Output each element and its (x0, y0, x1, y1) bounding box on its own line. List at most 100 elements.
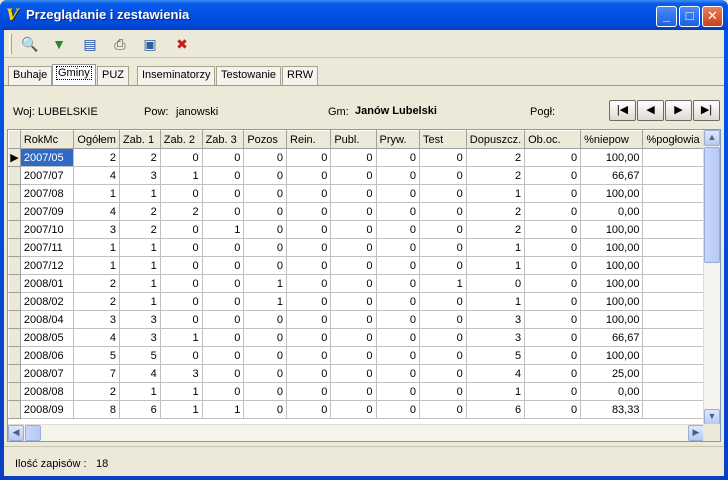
column-header[interactable]: Dopuszcz. (465, 130, 526, 149)
table-cell[interactable]: 0 (330, 310, 377, 329)
table-row[interactable]: 2008/06 5 5 0 0 0 0 0 0 0 5 0 100,00 (8, 346, 720, 365)
table-row[interactable]: 2007/11 1 1 0 0 0 0 0 0 0 1 0 100,00 (8, 238, 720, 257)
title-bar[interactable]: V Przeglądanie i zestawienia _ □ ✕ (0, 0, 728, 30)
minimize-button[interactable]: _ (656, 6, 677, 27)
table-cell[interactable]: 2 (465, 202, 526, 221)
table-cell[interactable]: 2007/11 (19, 238, 75, 257)
table-cell[interactable]: 0 (201, 328, 245, 347)
column-header[interactable]: Pryw. (375, 130, 420, 149)
table-cell[interactable]: 1 (118, 238, 161, 257)
table-cell[interactable]: 0 (418, 166, 467, 185)
table-cell[interactable]: 4 (465, 364, 526, 383)
previous-record-button[interactable]: ◀ (637, 100, 664, 121)
table-cell[interactable]: 0 (330, 328, 377, 347)
table-row[interactable]: 2008/07 7 4 3 0 0 0 0 0 0 4 0 25,00 (8, 364, 720, 383)
table-cell[interactable]: 0 (330, 184, 377, 203)
table-row[interactable]: ▶ 2007/05 2 2 0 0 0 0 0 0 0 2 0 100,00 (8, 148, 720, 167)
tab-buhaje[interactable]: Buhaje (8, 66, 53, 85)
table-cell[interactable]: 2 (118, 202, 161, 221)
table-row[interactable]: 2007/10 3 2 0 1 0 0 0 0 0 2 0 100,00 (8, 220, 720, 239)
table-cell[interactable]: 66,67 (580, 166, 644, 185)
table-cell[interactable]: 0 (243, 256, 288, 275)
table-cell[interactable]: 0 (159, 256, 203, 275)
tab-rrw[interactable]: RRW (282, 66, 319, 85)
table-cell[interactable]: 6 (118, 400, 161, 419)
table-cell[interactable]: 0 (330, 220, 377, 239)
table-cell[interactable]: 0 (375, 400, 420, 419)
table-cell[interactable]: 3 (465, 328, 526, 347)
table-cell[interactable]: 0 (330, 364, 377, 383)
table-cell[interactable]: 0 (375, 220, 420, 239)
table-cell[interactable]: 83,33 (580, 400, 644, 419)
table-cell[interactable]: 0 (524, 382, 582, 401)
table-cell[interactable]: 1 (118, 274, 161, 293)
table-cell[interactable]: 5 (73, 346, 120, 365)
table-cell[interactable]: 0 (243, 202, 288, 221)
table-cell[interactable]: 4 (73, 328, 120, 347)
table-cell[interactable]: 0 (375, 292, 420, 311)
table-cell[interactable]: 0 (159, 292, 203, 311)
table-cell[interactable]: 2007/08 (19, 184, 75, 203)
table-cell[interactable]: 100,00 (580, 292, 644, 311)
table-row[interactable]: 2007/07 4 3 1 0 0 0 0 0 0 2 0 66,67 (8, 166, 720, 185)
scroll-right-icon[interactable]: ▶ (688, 425, 704, 441)
tab-gminy[interactable]: Gminy (52, 64, 96, 86)
table-cell[interactable]: 1 (73, 256, 120, 275)
table-cell[interactable]: 0 (201, 346, 245, 365)
table-cell[interactable]: 0 (375, 184, 420, 203)
table-row[interactable]: 2008/04 3 3 0 0 0 0 0 0 0 3 0 100,00 (8, 310, 720, 329)
table-row[interactable]: 2007/09 4 2 2 0 0 0 0 0 0 2 0 0,00 (8, 202, 720, 221)
print-tool-button[interactable]: ⎙ (109, 33, 131, 55)
table-cell[interactable]: 2008/02 (19, 292, 75, 311)
table-cell[interactable]: 4 (73, 166, 120, 185)
table-cell[interactable]: 0 (524, 346, 582, 365)
table-cell[interactable]: 0 (201, 184, 245, 203)
table-cell[interactable]: 1 (201, 220, 245, 239)
data-grid[interactable]: RokMc Ogółem Zab. 1 Zab. 2 Zab. 3 Pozos Rein. P… (7, 129, 721, 442)
table-cell[interactable]: 2 (465, 166, 526, 185)
table-cell[interactable]: 1 (118, 184, 161, 203)
table-cell[interactable]: 4 (118, 364, 161, 383)
table-cell[interactable]: 0 (524, 256, 582, 275)
table-cell[interactable]: 0 (201, 382, 245, 401)
table-cell[interactable]: 0 (286, 364, 332, 383)
tab-testowanie[interactable]: Testowanie (216, 66, 282, 85)
table-cell[interactable]: 0 (524, 292, 582, 311)
column-header[interactable]: Zab. 3 (201, 130, 245, 149)
vertical-scroll-thumb[interactable] (704, 147, 720, 263)
table-cell[interactable]: 2008/05 (19, 328, 75, 347)
table-cell[interactable]: 2008/09 (19, 400, 75, 419)
table-cell[interactable]: 3 (159, 364, 203, 383)
table-cell[interactable]: 0 (201, 256, 245, 275)
table-cell[interactable]: 1 (243, 292, 288, 311)
table-cell[interactable]: 0 (201, 274, 245, 293)
tab-inseminatorzy[interactable]: Inseminatorzy (137, 66, 216, 85)
table-cell[interactable]: 0 (524, 238, 582, 257)
table-cell[interactable]: 0 (524, 184, 582, 203)
table-cell[interactable]: 2007/12 (19, 256, 75, 275)
table-cell[interactable]: 0 (375, 256, 420, 275)
table-cell[interactable]: 0 (375, 274, 420, 293)
table-row[interactable]: 2008/02 2 1 0 0 1 0 0 0 0 1 0 100,00 (8, 292, 720, 311)
table-cell[interactable]: 6 (465, 400, 526, 419)
table-cell[interactable]: 0 (524, 400, 582, 419)
table-cell[interactable]: 2 (465, 148, 526, 167)
search-tool-button[interactable]: 🔍 (19, 33, 41, 55)
table-cell[interactable]: 0 (159, 310, 203, 329)
table-cell[interactable]: 2008/07 (19, 364, 75, 383)
table-cell[interactable]: 2007/05 (19, 148, 75, 167)
column-header[interactable]: Pozos (243, 130, 288, 149)
table-cell[interactable]: 0 (286, 166, 332, 185)
table-cell[interactable]: 1 (201, 400, 245, 419)
table-cell[interactable]: 0 (201, 364, 245, 383)
table-cell[interactable]: 0 (243, 346, 288, 365)
table-cell[interactable]: 1 (159, 382, 203, 401)
table-cell[interactable]: 0 (243, 310, 288, 329)
table-cell[interactable]: 0 (375, 346, 420, 365)
table-cell[interactable]: 1 (243, 274, 288, 293)
table-cell[interactable]: 0 (330, 346, 377, 365)
last-record-button[interactable]: ▶| (693, 100, 720, 121)
column-header[interactable]: Rein. (286, 130, 332, 149)
table-cell[interactable]: 0 (465, 274, 526, 293)
table-cell[interactable]: 0 (524, 364, 582, 383)
